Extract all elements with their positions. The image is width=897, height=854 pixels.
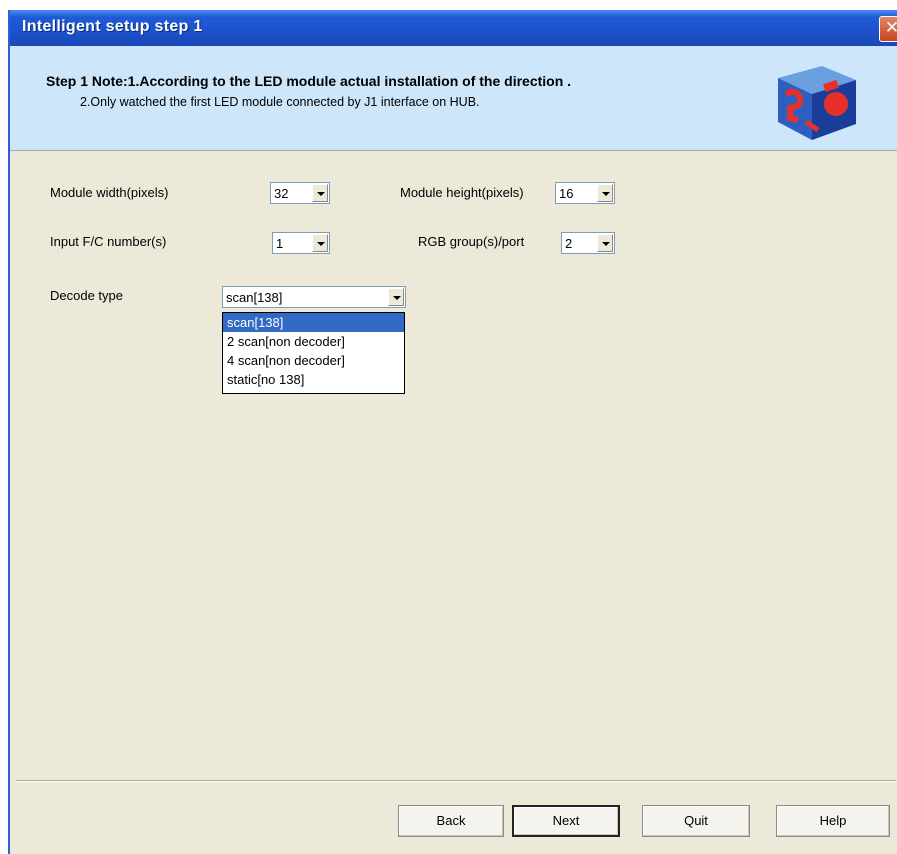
- input-fc-label: Input F/C number(s): [50, 234, 167, 249]
- module-width-label: Module width(pixels): [50, 185, 169, 200]
- dropdown-option[interactable]: 4 scan[non decoder]: [223, 351, 404, 370]
- back-button[interactable]: Back: [398, 805, 504, 837]
- chevron-down-icon[interactable]: [312, 234, 328, 252]
- input-fc-value: 1: [276, 236, 284, 251]
- module-height-value: 16: [559, 186, 574, 201]
- chevron-down-icon[interactable]: [597, 184, 613, 202]
- note-line-1: Step 1 Note:1.According to the LED modul…: [46, 73, 572, 89]
- footer-divider: [16, 780, 896, 782]
- module-height-label: Module height(pixels): [400, 185, 524, 200]
- note-line-2: 2.Only watched the first LED module conn…: [80, 95, 480, 109]
- input-fc-select[interactable]: 1: [272, 232, 330, 254]
- colored-cube-icon: [778, 66, 856, 140]
- close-icon: ✕: [885, 18, 897, 38]
- setup-dialog: Intelligent setup step 1 ✕ Step 1 Note:1…: [8, 10, 897, 854]
- rgb-group-value: 2: [565, 236, 573, 251]
- step-note-panel: Step 1 Note:1.According to the LED modul…: [10, 46, 897, 151]
- rgb-group-select[interactable]: 2: [561, 232, 615, 254]
- decode-type-label: Decode type: [50, 288, 123, 303]
- window-title: Intelligent setup step 1: [22, 18, 203, 35]
- decode-type-dropdown: scan[138] 2 scan[non decoder] 4 scan[non…: [222, 312, 405, 394]
- chevron-down-icon[interactable]: [312, 184, 328, 202]
- module-width-select[interactable]: 32: [270, 182, 330, 204]
- help-button[interactable]: Help: [776, 805, 890, 837]
- close-button[interactable]: ✕: [879, 16, 897, 42]
- decode-type-value: scan[138]: [226, 290, 283, 305]
- rgb-group-label: RGB group(s)/port: [418, 234, 525, 249]
- chevron-down-icon[interactable]: [388, 288, 404, 306]
- chevron-down-icon[interactable]: [597, 234, 613, 252]
- decode-type-select[interactable]: scan[138]: [222, 286, 406, 308]
- quit-button[interactable]: Quit: [642, 805, 750, 837]
- title-bar[interactable]: Intelligent setup step 1 ✕: [10, 10, 897, 46]
- dropdown-option[interactable]: 2 scan[non decoder]: [223, 332, 404, 351]
- module-height-select[interactable]: 16: [555, 182, 615, 204]
- next-button[interactable]: Next: [512, 805, 620, 837]
- dropdown-option[interactable]: scan[138]: [223, 313, 404, 332]
- module-width-value: 32: [274, 186, 289, 201]
- dropdown-option[interactable]: static[no 138]: [223, 370, 404, 389]
